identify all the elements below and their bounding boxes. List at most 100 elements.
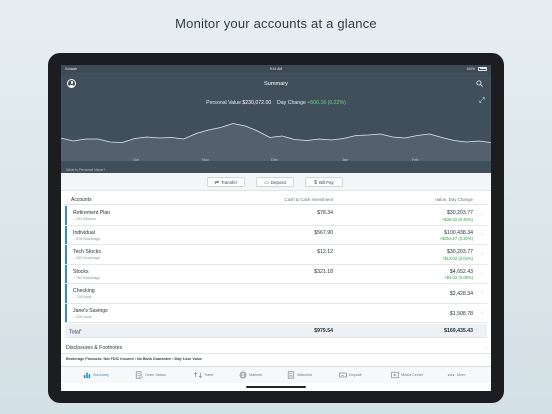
account-number: ...342 Brokerage [73, 256, 101, 260]
home-indicator[interactable] [246, 386, 306, 388]
tab-label: Order Status [145, 373, 166, 377]
account-name: Jane's Savings [73, 307, 108, 314]
account-name: Individual [73, 229, 95, 236]
personal-value-chart[interactable] [61, 111, 491, 161]
chevron-right-icon: › [481, 231, 483, 238]
transfer-label: Transfer [221, 180, 238, 185]
tab-label: Trade [204, 373, 214, 377]
status-bar: Schwab 9:41 AM 100% [61, 65, 491, 73]
tab-label: Markets [249, 373, 263, 377]
account-day-change: +$251.17 (0.20%) [439, 236, 473, 241]
quick-actions: ⇄ Transfer ▭ Deposit $ Bill Pay [61, 173, 491, 191]
account-value: $30,203.77 [447, 249, 473, 255]
order-status-icon [135, 371, 143, 379]
page-title: Summary [264, 81, 288, 87]
chart-x-tick-label: Oct [133, 158, 139, 162]
battery-label: 100% [466, 67, 476, 71]
accounts-column-header: Accounts [71, 197, 92, 203]
account-value: $4,652.43 [449, 268, 473, 275]
total-label: Total1 [69, 328, 82, 336]
deposit-label: Deposit [270, 180, 286, 185]
tab-label: Summary [93, 373, 109, 377]
deposit-icon: ▭ [264, 180, 269, 186]
deposit-button[interactable]: ▭ Deposit [256, 177, 294, 187]
battery-status: 100% [466, 66, 487, 71]
watchlist-icon [287, 371, 295, 379]
tab-label: Deposit [349, 373, 362, 377]
disclosures-row[interactable]: Disclosures & Footnotes › [61, 342, 491, 354]
play-icon [391, 371, 399, 379]
account-cash: $321.18 [314, 268, 333, 275]
more-icon [447, 374, 455, 376]
tab-label: Watchlist [297, 373, 312, 377]
chart-x-tick-label: Nov [202, 158, 209, 162]
day-change-amount: +506.16 (0.22%) [307, 100, 346, 106]
account-row[interactable]: Jane's Savings ...438 Bank $1,508.78 › [65, 303, 487, 323]
account-cash: $78.34 [317, 210, 333, 216]
summary-header: Summary Personal Value $230,072.00 Day C… [61, 73, 491, 173]
what-is-personal-value-link[interactable]: What is Personal Value? [66, 168, 105, 172]
account-name: Tech Stocks [73, 249, 101, 255]
account-row[interactable]: Individual ...876 Brokerage $567.90 $100… [65, 225, 487, 245]
chart-x-tick-label: Jan [342, 158, 349, 162]
personal-value-summary: Personal Value $230,072.00 Day Change +5… [61, 100, 491, 106]
account-number: ...876 Brokerage [73, 236, 101, 241]
bill-pay-icon: $ [314, 180, 318, 186]
bill-pay-button[interactable]: $ Bill Pay [305, 177, 343, 187]
accounts-table-header: Accounts Cash & Cash Investment Value, D… [65, 195, 487, 205]
total-cash: $979.54 [314, 328, 333, 334]
tab-label: More [457, 373, 466, 377]
account-value: $100,438.34 [444, 229, 473, 236]
account-number: ...784 Brokerage [73, 275, 101, 280]
account-value: $1,508.78 [449, 310, 473, 317]
account-name: Stocks [73, 268, 89, 275]
chart-x-axis: Oct Nov Dec Jan Feb [61, 158, 491, 164]
chevron-right-icon: › [481, 270, 483, 277]
tab-label: Media Center [401, 373, 424, 377]
account-row[interactable]: Stocks ...784 Brokerage $321.18 $4,652.4… [65, 264, 487, 284]
bill-pay-label: Bill Pay [319, 180, 334, 185]
account-day-change: +$4.02 (0.08%) [444, 275, 473, 280]
chevron-right-icon: › [481, 212, 483, 218]
account-number: ...438 Bank [73, 314, 92, 319]
clock: 9:41 AM [269, 67, 283, 71]
account-cash: $12.12 [317, 249, 333, 255]
transfer-button[interactable]: ⇄ Transfer [207, 177, 245, 187]
chart-area-fill [61, 123, 491, 161]
battery-icon [478, 66, 487, 71]
chevron-right-icon: › [481, 251, 483, 257]
account-row[interactable]: Checking ...718 Bank $2,428.34 › [65, 284, 487, 304]
globe-icon [239, 371, 247, 379]
disclosures-label: Disclosures & Footnotes [66, 345, 123, 351]
day-change-label: Day Change [277, 100, 306, 106]
personal-value-amount: $230,072.00 [242, 100, 272, 106]
tablet-frame: Schwab 9:41 AM 100% Summary Personal Val… [48, 53, 504, 403]
account-number: ...232 Alliance [73, 217, 96, 221]
account-day-change: +$36.02 (0.40%) [441, 216, 473, 222]
trade-icon [194, 371, 202, 379]
account-number: ...718 Bank [73, 295, 92, 299]
search-icon[interactable] [476, 80, 483, 87]
account-row[interactable]: Retirement Plan ...232 Alliance $78.34 $… [65, 206, 487, 226]
chevron-right-icon: › [485, 344, 487, 351]
cash-column-header: Cash & Cash Investment [284, 197, 333, 202]
tab-bar: Summary Order Status Trade Markets Watch… [61, 366, 491, 383]
total-value: $169,435.43 [444, 328, 473, 334]
accounts-total-row: Total1 $979.54 $169,435.43 [65, 324, 487, 338]
personal-value-label: Personal Value [206, 100, 241, 106]
chevron-right-icon: › [481, 290, 483, 296]
transfer-icon: ⇄ [214, 180, 219, 186]
marketing-headline: Monitor your accounts at a glance [175, 16, 377, 31]
app-screen: Schwab 9:41 AM 100% Summary Personal Val… [61, 65, 491, 391]
brokerage-disclaimer: Brokerage Products: Not FDIC Insured • N… [66, 357, 202, 361]
account-cash: $567.90 [314, 229, 333, 236]
bar-chart-icon [83, 372, 91, 379]
account-name: Retirement Plan [73, 210, 111, 216]
account-value: $30,203.77 [447, 210, 473, 216]
chevron-right-icon: › [481, 309, 483, 316]
chart-x-tick-label: Dec [271, 158, 278, 162]
account-value: $2,428.34 [449, 291, 473, 297]
deposit-icon [339, 372, 347, 378]
account-name: Checking [73, 288, 95, 294]
account-row[interactable]: Tech Stocks ...342 Brokerage $12.12 $30,… [65, 245, 487, 265]
